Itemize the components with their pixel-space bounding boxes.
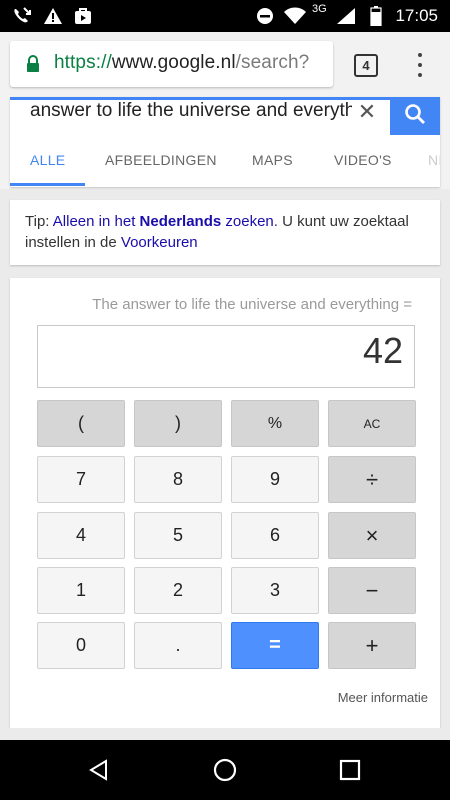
android-nav-bar <box>0 740 450 800</box>
percent-key[interactable]: % <box>231 400 319 447</box>
battery-icon <box>366 6 386 26</box>
calculator-result: 42 <box>362 330 403 371</box>
network-type: 3G <box>312 3 327 15</box>
warning-icon <box>42 6 64 26</box>
overflow-menu-icon[interactable] <box>413 51 427 79</box>
minus-key[interactable]: − <box>328 567 416 614</box>
search-input[interactable]: answer to life the universe and everythi… <box>30 100 352 122</box>
language-tip: Tip: Alleen in het Nederlands zoeken. U … <box>10 200 440 265</box>
divide-key[interactable]: ÷ <box>328 456 416 503</box>
decimal-point-key[interactable]: . <box>134 622 222 669</box>
tab-alle[interactable]: ALLE <box>30 152 65 168</box>
digit-0-key[interactable]: 0 <box>37 622 125 669</box>
url-path: /search? <box>235 52 310 73</box>
url-bar[interactable]: https://www.google.nl/search? <box>10 41 333 87</box>
digit-2-key[interactable]: 2 <box>134 567 222 614</box>
tip-prefix: Tip: <box>25 213 53 230</box>
search-icon <box>404 103 426 130</box>
multiply-key[interactable]: × <box>328 512 416 559</box>
digit-9-key[interactable]: 9 <box>231 456 319 503</box>
tip-language-name: Nederlands <box>139 213 222 230</box>
search-button[interactable] <box>390 97 440 135</box>
digit-5-key[interactable]: 5 <box>134 512 222 559</box>
lock-icon <box>26 55 40 78</box>
digit-1-key[interactable]: 1 <box>37 567 125 614</box>
digit-6-key[interactable]: 6 <box>231 512 319 559</box>
digit-3-key[interactable]: 3 <box>231 567 319 614</box>
page-bottom <box>0 728 450 740</box>
url-scheme: https:// <box>54 52 112 73</box>
back-icon[interactable] <box>88 759 110 786</box>
clear-search-icon[interactable]: ✕ <box>356 99 378 125</box>
bag-icon <box>72 6 94 26</box>
wifi-icon <box>282 6 308 26</box>
clock: 17:05 <box>395 6 438 25</box>
calculator-expression: The answer to life the universe and ever… <box>92 296 412 313</box>
tip-link-text-2: zoeken <box>221 213 274 230</box>
status-bar: 3G 17:05 <box>0 0 450 32</box>
browser-toolbar: https://www.google.nl/search? <box>0 32 450 97</box>
digit-8-key[interactable]: 8 <box>134 456 222 503</box>
home-icon[interactable] <box>213 758 237 787</box>
digit-7-key[interactable]: 7 <box>37 456 125 503</box>
calculator-display <box>37 325 415 388</box>
cell-signal-icon <box>334 6 358 26</box>
close-paren-key[interactable]: ) <box>134 400 222 447</box>
all-clear-key[interactable]: AC <box>328 400 416 447</box>
digit-4-key[interactable]: 4 <box>37 512 125 559</box>
search-tabs: ALLE AFBEELDINGEN MAPS VIDEO'S NIEUWS <box>10 135 440 187</box>
tip-link-text: Alleen in het <box>52 213 140 230</box>
open-paren-key[interactable]: ( <box>37 400 125 447</box>
missed-call-icon <box>10 6 34 26</box>
url-text: https://www.google.nl/search? <box>54 52 309 74</box>
tab-switcher-button[interactable]: 4 <box>354 54 378 77</box>
tab-nieuws[interactable]: NIEUWS <box>428 152 440 168</box>
tip-language-link[interactable]: Alleen in het Nederlands zoeken <box>53 213 274 230</box>
dnd-icon <box>254 6 276 26</box>
tip-settings-link[interactable]: Voorkeuren <box>121 234 198 251</box>
active-tab-indicator <box>10 183 85 186</box>
more-info-link[interactable]: Meer informatie <box>338 690 428 705</box>
plus-key[interactable]: + <box>328 622 416 669</box>
tab-maps[interactable]: MAPS <box>252 152 293 168</box>
tab-videos[interactable]: VIDEO'S <box>334 152 392 168</box>
equals-key[interactable]: = <box>231 622 319 669</box>
recents-icon[interactable] <box>339 759 361 786</box>
tab-afbeeldingen[interactable]: AFBEELDINGEN <box>105 152 217 168</box>
url-host: www.google.nl <box>111 52 236 73</box>
